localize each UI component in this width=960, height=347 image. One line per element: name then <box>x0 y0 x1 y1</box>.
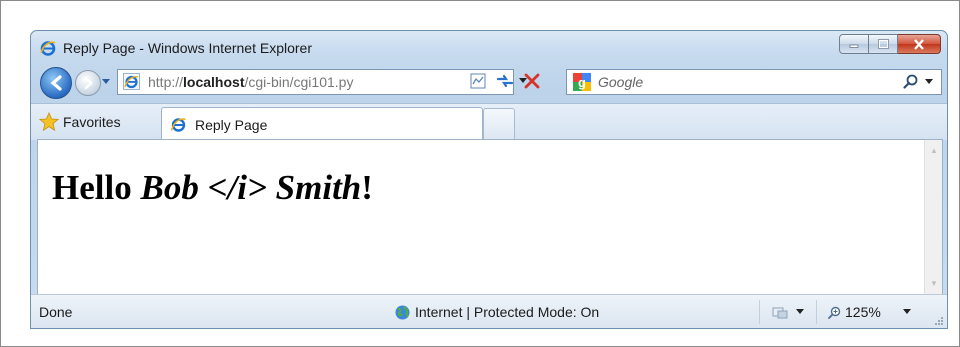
url-host: localhost <box>183 74 245 90</box>
scroll-down-icon[interactable]: ▼ <box>930 279 938 288</box>
navigation-bar: http://localhost/cgi-bin/cgi101.py g Goo… <box>31 63 947 103</box>
back-button[interactable] <box>40 67 72 99</box>
heading-hello: Hello <box>52 168 141 207</box>
refresh-button[interactable] <box>494 69 516 93</box>
protected-mode-dropdown-icon[interactable] <box>796 309 804 314</box>
forward-arrow-icon <box>84 76 93 90</box>
status-bar: Done Internet | Protected Mode: On 125% <box>31 294 947 328</box>
search-icon[interactable] <box>902 73 920 91</box>
search-placeholder: Google <box>598 74 644 90</box>
protected-mode-icon[interactable] <box>772 305 788 319</box>
security-zone[interactable]: Internet | Protected Mode: On <box>395 304 599 320</box>
status-text: Done <box>39 304 73 320</box>
browser-window: Reply Page - Windows Internet Explorer h… <box>30 30 948 329</box>
close-icon <box>914 38 924 50</box>
stop-button[interactable] <box>521 69 543 93</box>
back-arrow-icon <box>50 75 62 91</box>
ie-tab-icon <box>170 118 186 132</box>
status-divider <box>759 300 760 324</box>
favorites-star-icon <box>39 112 59 132</box>
page-heading: Hello Bob </i> Smith! <box>52 168 373 208</box>
resize-grip-icon[interactable] <box>934 316 944 326</box>
window-title: Reply Page - Windows Internet Explorer <box>63 40 312 56</box>
screenshot-frame: Reply Page - Windows Internet Explorer h… <box>0 0 960 347</box>
zoom-label: 125% <box>845 304 881 320</box>
zoom-level[interactable]: 125% <box>828 304 881 320</box>
scroll-up-icon[interactable]: ▲ <box>930 146 938 155</box>
url-scheme: http:// <box>148 74 184 90</box>
vertical-scrollbar[interactable]: ▲ ▼ <box>924 140 942 294</box>
recent-pages-dropdown-icon[interactable] <box>102 79 110 84</box>
svg-text:g: g <box>578 75 586 90</box>
maximize-icon <box>877 39 889 49</box>
status-divider <box>816 300 817 324</box>
tab-reply-page[interactable]: Reply Page <box>161 107 483 141</box>
forward-button[interactable] <box>75 70 101 96</box>
compatibility-view-button[interactable] <box>467 69 489 93</box>
google-logo-icon: g <box>573 73 591 91</box>
ie-page-icon <box>123 73 140 90</box>
address-bar[interactable]: http://localhost/cgi-bin/cgi101.py <box>117 69 527 95</box>
new-tab-button[interactable] <box>483 108 515 141</box>
heading-name-italic: Bob </i> Smith <box>140 168 362 207</box>
security-zone-label: Internet | Protected Mode: On <box>415 304 600 320</box>
favorites-label: Favorites <box>63 114 121 130</box>
title-bar[interactable]: Reply Page - Windows Internet Explorer <box>31 31 947 63</box>
caption-buttons <box>839 34 941 54</box>
search-box[interactable]: g Google <box>566 69 942 95</box>
minimize-button[interactable] <box>839 34 869 54</box>
tab-label: Reply Page <box>195 117 268 133</box>
address-url: http://localhost/cgi-bin/cgi101.py <box>148 74 353 90</box>
tab-bar: Favorites Reply Page <box>31 103 947 141</box>
maximize-button[interactable] <box>869 34 898 54</box>
page-content: Hello Bob </i> Smith! ▲ ▼ <box>37 139 943 295</box>
search-options-dropdown-icon[interactable] <box>925 79 933 84</box>
minimize-icon <box>849 44 859 48</box>
globe-icon <box>395 305 410 319</box>
close-button[interactable] <box>898 34 941 54</box>
heading-exclamation: ! <box>361 168 373 207</box>
zoom-icon <box>828 306 841 319</box>
favorites-button[interactable]: Favorites <box>39 111 121 133</box>
ie-logo-icon <box>40 41 56 56</box>
url-path: /cgi-bin/cgi101.py <box>244 74 354 90</box>
zoom-dropdown-icon[interactable] <box>903 309 911 314</box>
